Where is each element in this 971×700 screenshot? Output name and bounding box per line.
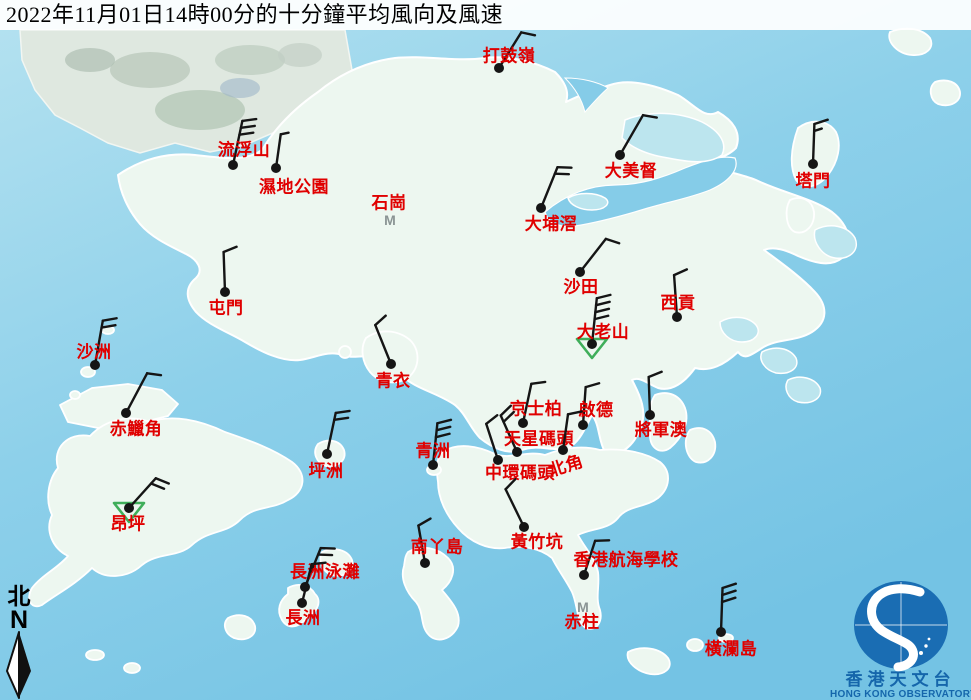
- wind-barb-feather: [312, 563, 326, 564]
- station-label: 中環碼頭: [485, 463, 555, 483]
- station-dot: [558, 445, 568, 455]
- station-label: 將軍澳: [635, 420, 688, 440]
- station-label: 大老山: [577, 322, 630, 342]
- station-dot: [518, 418, 528, 428]
- station-label: 屯門: [209, 298, 244, 318]
- title-bar: 2022年11月01日14時00分的十分鐘平均風向及風速: [0, 0, 971, 30]
- station-label: 黃竹坑: [510, 532, 564, 552]
- station-label: 長洲: [286, 609, 321, 628]
- station-dot: [578, 420, 588, 430]
- station-label: 沙田: [564, 278, 599, 297]
- station-dot: [124, 503, 134, 513]
- station-dot: [121, 408, 131, 418]
- north-indicator: 北 N: [2, 584, 36, 700]
- station-label: 大美督: [605, 161, 658, 181]
- station-dot: [519, 522, 529, 532]
- station-label: 京士柏: [510, 399, 563, 419]
- station-dot: [645, 410, 655, 420]
- wind-barb-feather: [281, 133, 289, 135]
- station-dot: [512, 447, 522, 457]
- station-label: 橫瀾島: [705, 639, 758, 659]
- station-label: 西貢: [661, 294, 696, 313]
- station-dot: [579, 570, 589, 580]
- station-label: 青洲: [416, 441, 451, 461]
- wind-barb-shaft: [224, 252, 225, 292]
- station-label: 濕地公園: [259, 177, 329, 197]
- station-label: 打鼓嶺: [483, 46, 536, 66]
- station-label: 香港航海學校: [574, 550, 679, 570]
- missing-data-marker: M: [384, 212, 396, 228]
- station-dot: [615, 150, 625, 160]
- north-letter-label: N: [2, 609, 36, 631]
- station-label: 流浮山: [218, 140, 271, 160]
- station-label: 昂坪: [111, 515, 146, 534]
- station-dot: [428, 460, 438, 470]
- station-label: 沙洲: [77, 343, 112, 362]
- station-label: 赤鱲角: [110, 419, 163, 439]
- station-dot: [420, 558, 430, 568]
- station-label: 南丫島: [411, 537, 464, 557]
- missing-data-marker: M: [577, 599, 589, 615]
- station-dot: [536, 203, 546, 213]
- station-dot: [90, 360, 100, 370]
- station-dot: [386, 359, 396, 369]
- hko-logo-icon: [830, 578, 971, 672]
- station-dot: [220, 287, 230, 297]
- station-dot: [716, 627, 726, 637]
- station-label: 石崗: [371, 194, 407, 213]
- station-dot: [228, 160, 238, 170]
- map-title: 2022年11月01日14時00分的十分鐘平均風向及風速: [6, 2, 503, 27]
- station-label: 啟德: [579, 400, 614, 420]
- station-label: 青衣: [376, 371, 411, 391]
- station-label: 長洲泳灘: [290, 562, 360, 582]
- station-dot: [808, 159, 818, 169]
- station-label: 坪洲: [309, 462, 344, 481]
- station-dot: [271, 163, 281, 173]
- hko-logo: 香港天文台 HONG KONG OBSERVATORY: [830, 578, 971, 700]
- wind-map-screen: 流浮山濕地公園 打鼓嶺大美督塔門大埔滘沙田西貢 屯門沙洲青衣 大老山赤鱲角 京士柏啟德將…: [0, 0, 971, 700]
- station-dot: [322, 449, 332, 459]
- station-dot: [672, 312, 682, 322]
- hko-logo-name-en: HONG KONG OBSERVATORY: [830, 689, 971, 700]
- station-label: 塔門: [796, 171, 831, 191]
- north-arrow-icon: [2, 631, 36, 699]
- base-map: 流浮山濕地公園 打鼓嶺大美督塔門大埔滘沙田西貢 屯門沙洲青衣 大老山赤鱲角 京士柏啟德將…: [0, 0, 971, 700]
- station-dot: [297, 598, 307, 608]
- station-dot: [575, 267, 585, 277]
- wind-barb-shaft: [649, 377, 650, 415]
- station-label: 大埔滘: [525, 214, 578, 234]
- hko-logo-name-cn: 香港天文台: [830, 671, 971, 689]
